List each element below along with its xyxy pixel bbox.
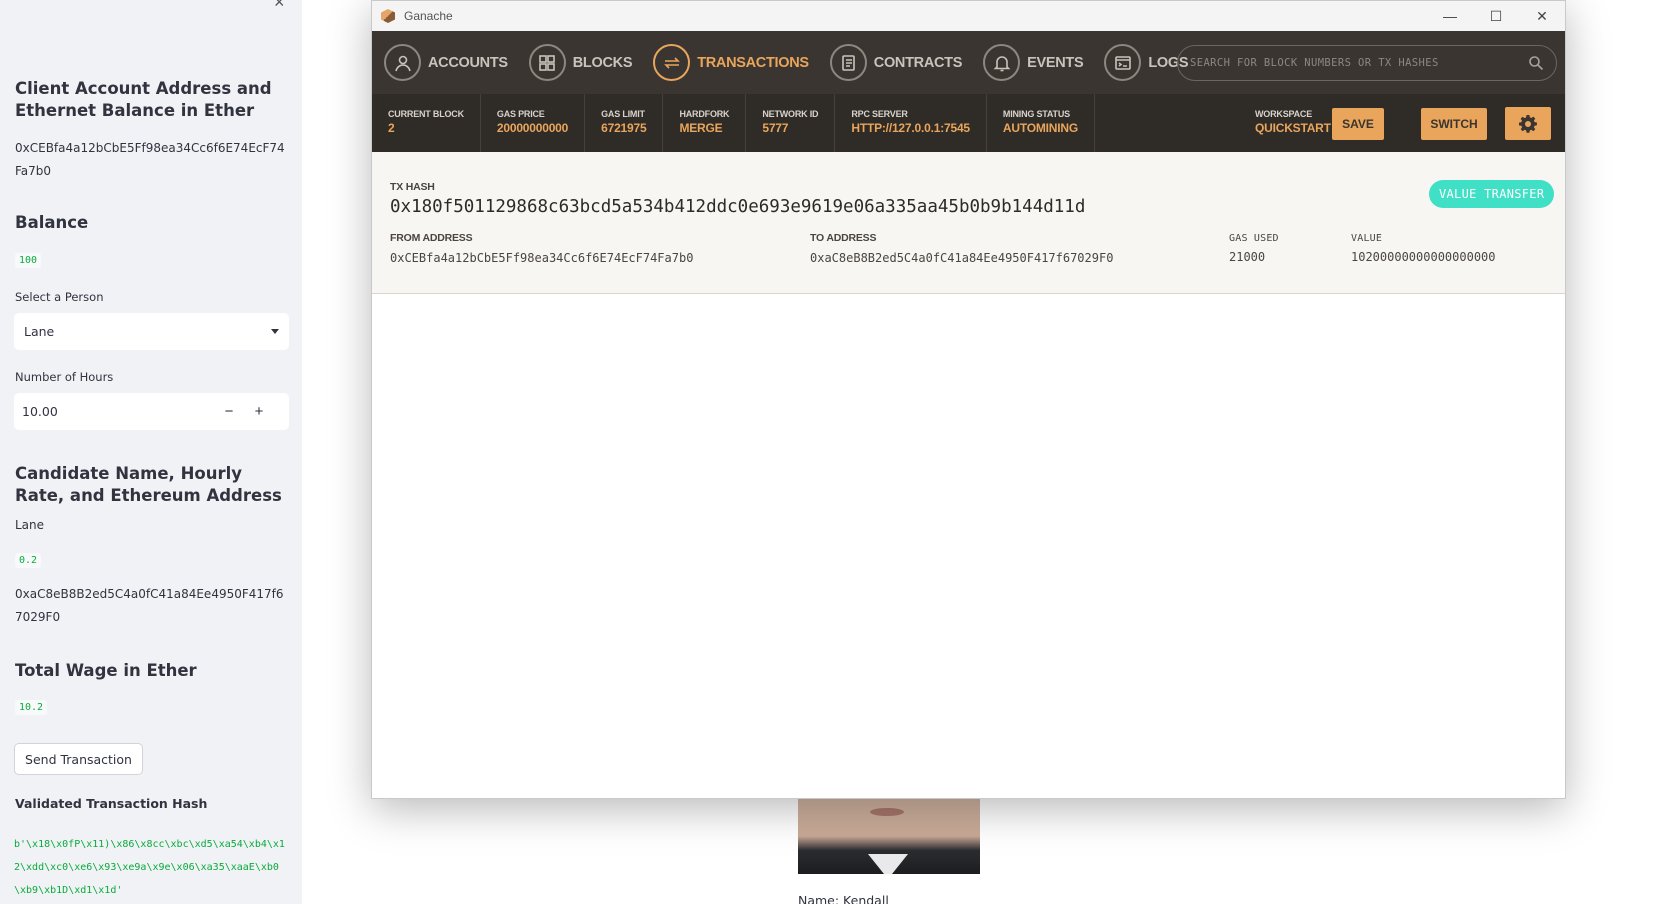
maximize-button[interactable]: ☐ (1473, 1, 1519, 31)
close-button[interactable]: ✕ (1519, 1, 1565, 31)
to-address-value: 0xaC8eB8B2ed5C4a0fC41a84Ee4950F417f67029… (810, 251, 1114, 265)
blocks-icon (528, 44, 566, 81)
ganache-logo-icon (381, 9, 395, 23)
balance-heading: Balance (15, 213, 89, 232)
wage-heading: Total Wage in Ether (15, 661, 197, 680)
increment-button[interactable]: + (244, 393, 274, 430)
person-select-value: Lane (24, 324, 55, 339)
chevron-down-icon (271, 329, 279, 334)
to-address-label: TO ADDRESS (810, 232, 877, 244)
accounts-icon (384, 44, 421, 81)
candidate-photo (798, 790, 980, 874)
wage-value: 10.2 (15, 700, 48, 715)
save-button[interactable]: SAVE (1332, 108, 1384, 140)
value-transfer-badge: VALUE TRANSFER (1429, 180, 1555, 208)
logs-icon (1104, 44, 1142, 81)
send-transaction-button[interactable]: Send Transaction (14, 743, 143, 775)
decrement-button[interactable]: − (214, 393, 244, 430)
workspace-stat: WORKSPACE QUICKSTART (1255, 109, 1331, 135)
tab-contracts[interactable]: CONTRACTS (829, 44, 962, 81)
transactions-icon (653, 44, 691, 81)
tab-events[interactable]: EVENTS (983, 44, 1084, 81)
minimize-button[interactable]: — (1427, 1, 1473, 31)
search-bar (1177, 45, 1557, 81)
client-heading: Client Account Address and Ethernet Bala… (15, 79, 272, 120)
rpc-server-stat: RPC SERVER HTTP://127.0.0.1:7545 (835, 94, 987, 152)
status-bar: CURRENT BLOCK 2 GAS PRICE 20000000000 GA… (372, 94, 1565, 152)
tab-logs[interactable]: LOGS (1104, 44, 1189, 81)
balance-value: 100 (15, 253, 42, 268)
value-amount: 10200000000000000000 (1351, 250, 1496, 264)
tx-hash-label: TX HASH (390, 181, 435, 193)
tab-blocks[interactable]: BLOCKS (528, 44, 632, 81)
candidate-address: 0xaC8eB8B2ed5C4a0fC41a84Ee4950F417f67029… (15, 587, 284, 624)
title-bar: Ganache — ☐ ✕ (372, 1, 1565, 31)
close-sidebar-icon[interactable]: × (274, 0, 285, 13)
gas-price-stat: GAS PRICE 20000000000 (481, 94, 586, 152)
from-address-label: FROM ADDRESS (390, 232, 473, 244)
events-icon (983, 44, 1021, 81)
validated-hash-value: b'\x18\x0fP\x11)\x86\x8cc\xbc\xd5\xa54\x… (14, 839, 285, 896)
gas-used-value: 21000 (1229, 250, 1266, 264)
main-nav: ACCOUNTS BLOCKS TRANSACTIONS CONTRACTS E… (372, 31, 1565, 94)
validated-hash-label: Validated Transaction Hash (15, 796, 208, 811)
hours-input[interactable] (14, 404, 214, 419)
candidate-heading: Candidate Name, Hourly Rate, and Ethereu… (15, 464, 282, 505)
search-input[interactable] (1190, 57, 1528, 69)
hardfork-stat: HARDFORK MERGE (663, 94, 747, 152)
candidate-rate: 0.2 (15, 553, 42, 568)
select-person-label: Select a Person (15, 290, 104, 304)
network-id-stat: NETWORK ID 5777 (746, 94, 836, 152)
switch-button[interactable]: SWITCH (1421, 108, 1487, 140)
candidate-name-caption: Name: Kendall (798, 893, 889, 904)
sidebar: × Client Account Address and Ethernet Ba… (0, 0, 302, 904)
client-address: 0xCEBfa4a12bCbE5Ff98ea34Cc6f6E74EcF74Fa7… (15, 141, 285, 178)
tx-hash-value: 0x180f501129868c63bcd5a534b412ddc0e693e9… (390, 197, 1086, 217)
current-block-stat: CURRENT BLOCK 2 (372, 94, 481, 152)
gas-used-label: GAS USED (1229, 233, 1279, 244)
mining-status-stat: MINING STATUS AUTOMINING (987, 94, 1096, 152)
tab-transactions[interactable]: TRANSACTIONS (653, 44, 809, 81)
tab-accounts[interactable]: ACCOUNTS (384, 44, 508, 81)
hours-stepper: − + (14, 393, 289, 430)
candidate-name: Lane (15, 518, 45, 532)
settings-button[interactable] (1505, 107, 1551, 140)
value-label: VALUE (1351, 233, 1383, 244)
person-select[interactable]: Lane (14, 313, 289, 350)
gear-icon (1519, 114, 1537, 133)
transaction-card[interactable]: TX HASH 0x180f501129868c63bcd5a534b412dd… (372, 152, 1565, 294)
gas-limit-stat: GAS LIMIT 6721975 (585, 94, 664, 152)
ganache-window: Ganache — ☐ ✕ ACCOUNTS BLOCKS TRANSACTIO… (371, 0, 1566, 799)
contracts-icon (829, 44, 867, 81)
window-title: Ganache (404, 9, 453, 23)
search-icon[interactable] (1528, 55, 1544, 71)
from-address-value: 0xCEBfa4a12bCbE5Ff98ea34Cc6f6E74EcF74Fa7… (390, 251, 694, 265)
hours-label: Number of Hours (15, 370, 114, 384)
